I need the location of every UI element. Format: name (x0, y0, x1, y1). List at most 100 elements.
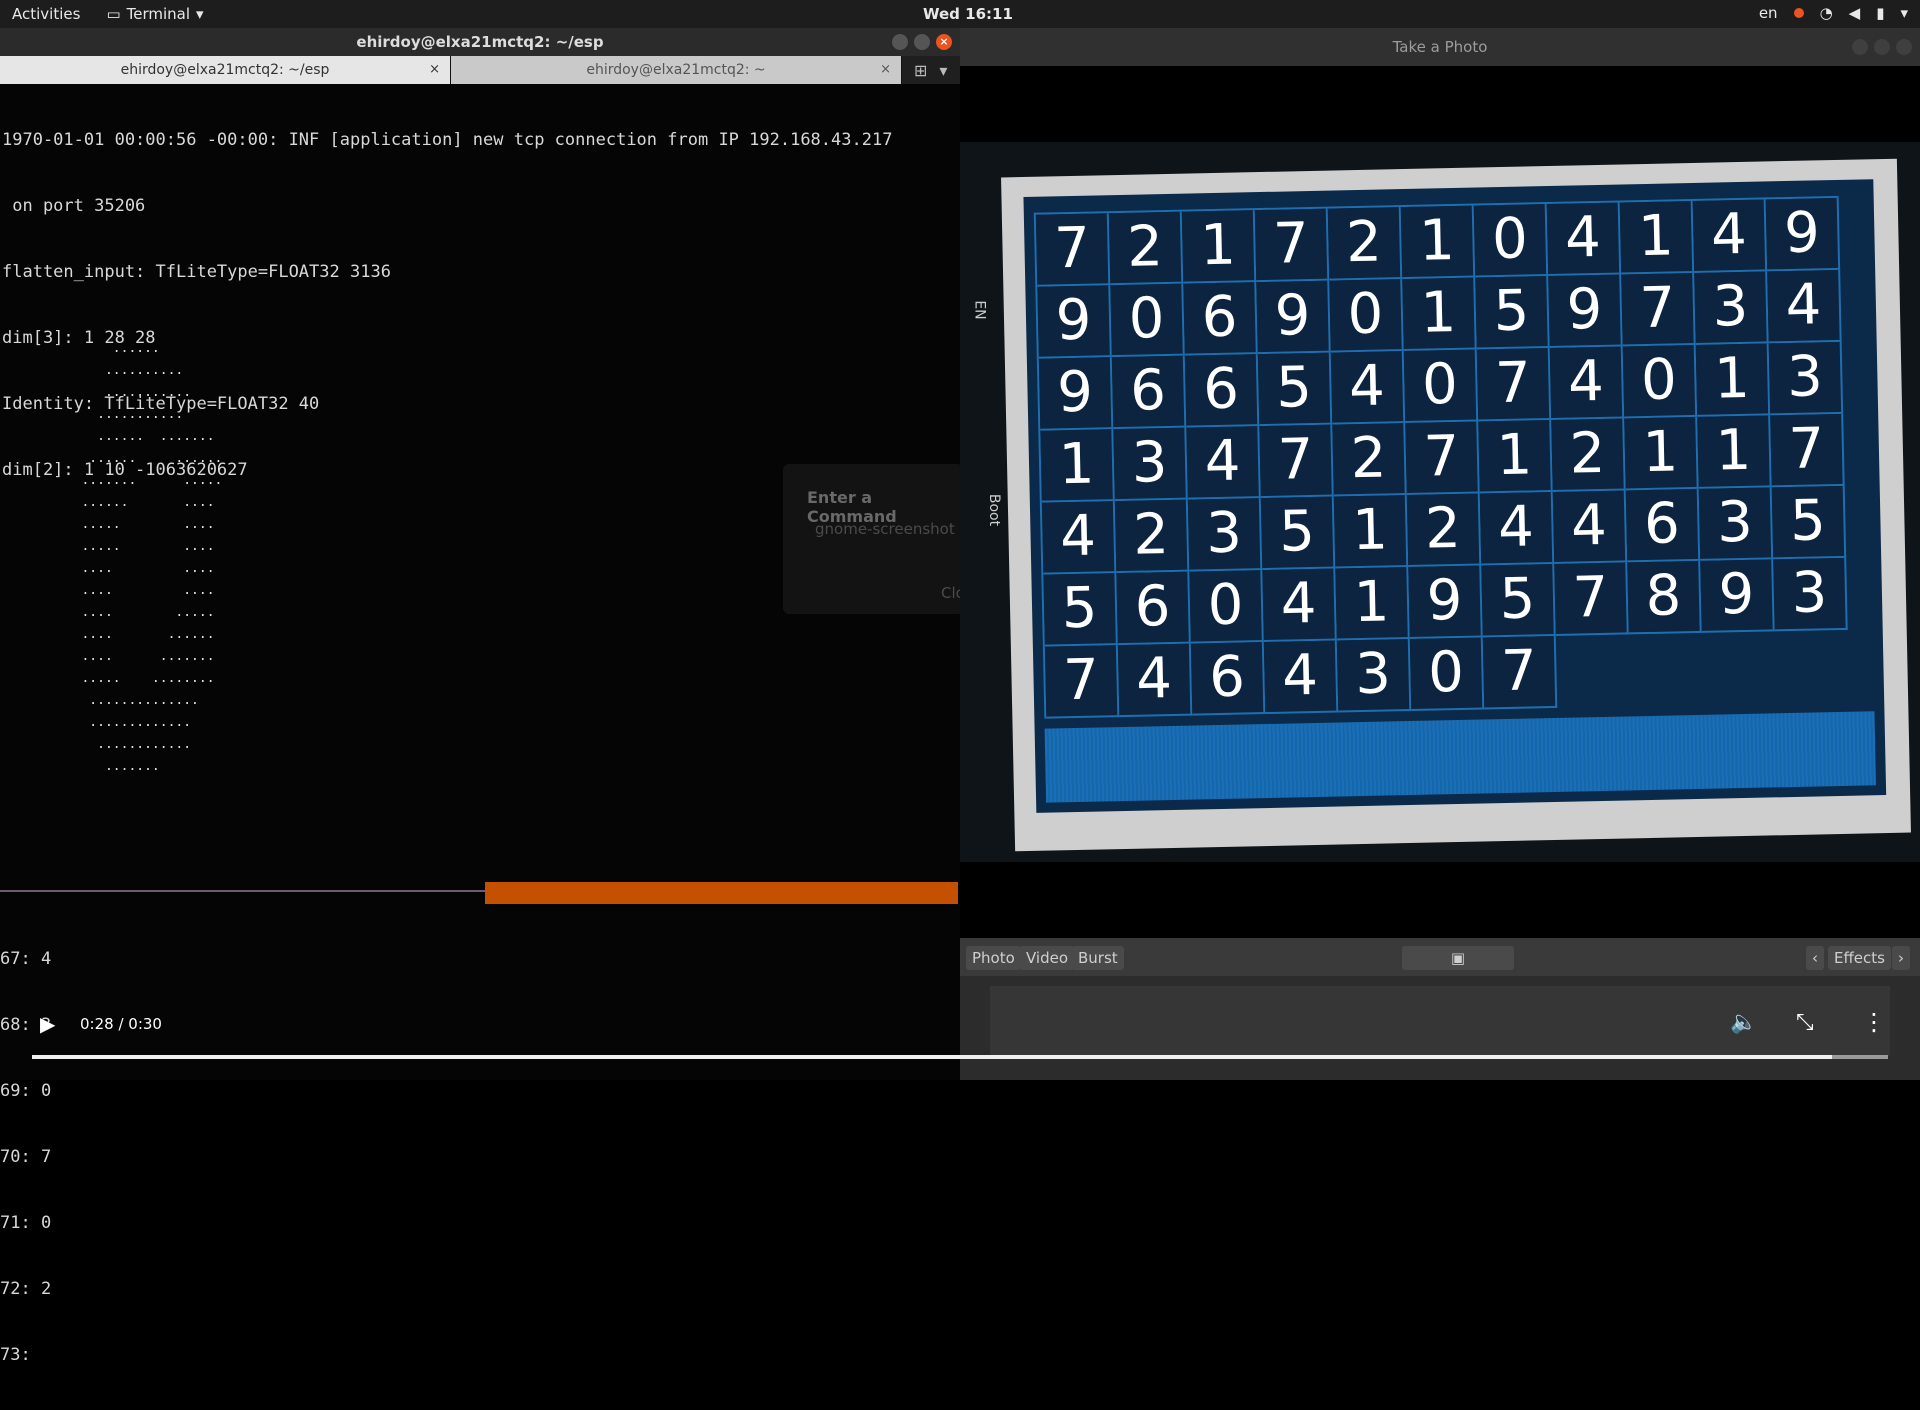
digit-cell: 4 (1262, 568, 1337, 643)
digit-cell: 7 (1482, 635, 1558, 710)
camera-titlebar[interactable]: Take a Photo (960, 28, 1920, 66)
result-line: 73: (0, 1345, 41, 1365)
lcd-screen: 7217210414990690159734966540740131347271… (1023, 179, 1887, 813)
digit-cell: 5 (1260, 496, 1336, 571)
status-bar (485, 882, 958, 904)
more-options-icon[interactable]: ⋮ (1862, 1008, 1886, 1036)
minimize-button[interactable] (892, 34, 908, 50)
digit-cell: 3 (1773, 557, 1848, 632)
digit-cell: 2 (1406, 493, 1482, 568)
digit-cell: 3 (1336, 638, 1412, 713)
wifi-icon: ◔ (1819, 4, 1833, 22)
new-tab-icon[interactable]: ⊞ (914, 61, 927, 80)
digit-cell: 0 (1473, 204, 1549, 278)
effects-button[interactable]: Effects (1828, 946, 1891, 970)
burst-mode-button[interactable]: Burst (1072, 946, 1124, 970)
video-progress-bar[interactable] (32, 1055, 1888, 1059)
video-progress-fill (32, 1055, 1833, 1059)
app-menu-label: Terminal (126, 5, 191, 23)
camera-preview: EN Boot 72172104149906901597349665407401… (960, 142, 1920, 862)
chevron-down-icon: ▾ (196, 5, 204, 23)
tab-esp[interactable]: ehirdoy@elxa21mctq2: ~/esp × (0, 56, 451, 84)
clock[interactable]: Wed 16:11 (923, 5, 1013, 23)
capture-button[interactable]: ▣ (1402, 946, 1514, 970)
window-title: Take a Photo (1392, 38, 1488, 56)
digit-cell: 2 (1108, 211, 1184, 286)
digit-cell: 1 (1400, 205, 1476, 280)
digit-cell: 5 (1475, 276, 1550, 350)
system-tray[interactable]: en ◔ ◀ ▮ ▾ (1759, 4, 1908, 22)
digit-cell: 9 (1256, 280, 1331, 355)
digit-cell: 3 (1113, 427, 1188, 502)
digit-grid: 7217210414990690159734966540740131347271… (1033, 195, 1850, 719)
digit-cell: 4 (1041, 501, 1117, 575)
digit-cell: 9 (1765, 197, 1841, 272)
digit-cell: 5 (1257, 352, 1333, 427)
digit-cell: 7 (1476, 348, 1552, 422)
digit-cell: 4 (1263, 640, 1339, 715)
app-menu[interactable]: ▭ Terminal ▾ (106, 5, 203, 23)
digit-cell: 1 (1478, 419, 1553, 494)
prediction-results: 67: 4 68: 3 69: 0 70: 7 71: 0 72: 2 73: (0, 904, 51, 1410)
digit-cell: 3 (1768, 341, 1844, 416)
play-button[interactable]: ▶ (40, 1012, 55, 1036)
exit-fullscreen-icon[interactable]: ⤡ (1796, 1010, 1814, 1035)
digit-cell: 0 (1189, 570, 1264, 644)
result-line: 71: 0 (0, 1213, 52, 1233)
close-icon[interactable]: × (429, 62, 440, 77)
video-time: 0:28 / 0:30 (80, 1015, 162, 1033)
prev-effect-button[interactable]: ‹ (1806, 946, 1824, 970)
maximize-button[interactable] (914, 34, 930, 50)
terminal-titlebar[interactable]: ehirdoy@elxa21mctq2: ~/esp × (0, 28, 960, 56)
minimize-button[interactable] (1852, 39, 1868, 55)
digit-cell: 4 (1479, 491, 1555, 566)
digit-cell: 4 (1692, 199, 1768, 273)
digit-cell: 2 (1551, 418, 1626, 492)
lcd-frame: 7217210414990690159734966540740131347271… (1001, 158, 1911, 852)
video-mode-button[interactable]: Video (1020, 946, 1075, 970)
output-line: 1970-01-01 00:00:56 -00:00: INF [applica… (2, 130, 893, 150)
digit-cell: 3 (1698, 487, 1774, 561)
maximize-button[interactable] (1874, 39, 1890, 55)
digit-cell: 7 (1035, 213, 1111, 287)
chevron-left-icon: ‹ (1812, 949, 1818, 967)
digit-cell: 4 (1117, 643, 1193, 718)
chevron-down-icon[interactable]: ▾ (939, 61, 947, 80)
result-line: 70: 7 (0, 1147, 52, 1167)
digit-cell: 6 (1183, 282, 1258, 356)
tab-label: ehirdoy@elxa21mctq2: ~/esp (120, 62, 330, 78)
digit-cell: 0 (1329, 279, 1404, 353)
digit-cell: 0 (1622, 344, 1698, 419)
close-button[interactable]: × (936, 34, 952, 50)
digit-cell: 6 (1111, 355, 1187, 430)
digit-cell: 5 (1481, 563, 1556, 638)
tab-home[interactable]: ehirdoy@elxa21mctq2: ~ × (451, 56, 902, 84)
digit-cell: 4 (1549, 346, 1625, 420)
digit-cell: 6 (1190, 642, 1266, 716)
next-effect-button[interactable]: › (1892, 946, 1910, 970)
digit-cell: 1 (1040, 429, 1115, 503)
close-icon[interactable]: × (880, 62, 891, 77)
digit-cell: 6 (1184, 354, 1260, 428)
close-button[interactable] (1896, 39, 1912, 55)
photo-mode-button[interactable]: Photo (966, 946, 1021, 970)
photo-strip-area (960, 976, 1920, 1080)
battery-icon: ▮ (1876, 4, 1885, 22)
digit-cell: 8 (1627, 560, 1702, 635)
digit-cell: 2 (1327, 207, 1403, 281)
digit-cell: 9 (1408, 565, 1483, 639)
volume-icon[interactable]: 🔈 (1730, 1010, 1757, 1035)
command-input[interactable]: gnome-screenshot (815, 520, 955, 538)
digit-cell: 4 (1330, 351, 1406, 425)
volume-icon: ◀ (1848, 4, 1861, 22)
terminal-icon: ▭ (106, 5, 121, 23)
digit-cell: 1 (1181, 210, 1257, 284)
language-indicator[interactable]: en (1759, 4, 1778, 22)
digit-cell: 1 (1335, 567, 1410, 641)
chevron-right-icon: › (1898, 949, 1904, 967)
activities-button[interactable]: Activities (12, 5, 80, 23)
camera-toolbar: Photo Video Burst ▣ ‹ Effects › (960, 938, 1920, 976)
digit-cell: 6 (1625, 488, 1701, 563)
digit-cell: 1 (1624, 416, 1699, 491)
digit-cell: 5 (1771, 485, 1847, 560)
